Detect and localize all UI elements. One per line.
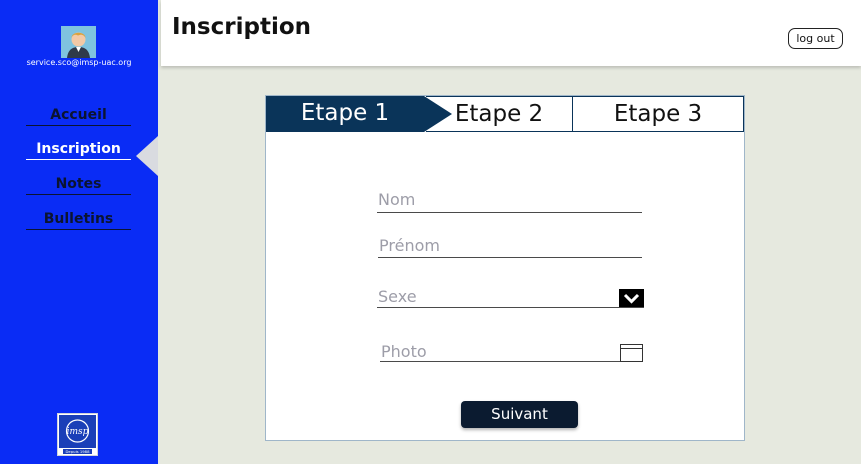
imsp-logo: imsp Depuis 1988 (57, 413, 98, 456)
prenom-input[interactable] (378, 233, 642, 258)
step-3-tab[interactable]: Etape 3 (572, 96, 744, 132)
suivant-button[interactable]: Suivant (461, 401, 578, 428)
nom-input[interactable] (377, 187, 642, 213)
registration-card: Etape 1 Etape 2 Etape 3 Suivant (265, 95, 745, 441)
chevron-down-icon[interactable] (619, 289, 644, 307)
step-2-tab[interactable]: Etape 2 (426, 96, 572, 132)
step-1-tab[interactable]: Etape 1 (266, 96, 424, 132)
user-email: service.sco@imsp-uac.org (26, 58, 132, 67)
sidebar-item-accueil[interactable]: Accueil (26, 106, 131, 126)
avatar (61, 26, 96, 58)
logout-button[interactable]: log out (788, 28, 843, 49)
logo-text: imsp (67, 427, 89, 437)
file-upload-icon[interactable] (620, 344, 643, 362)
sidebar-item-inscription[interactable]: Inscription (26, 140, 131, 160)
sidebar: service.sco@imsp-uac.org Accueil Inscrip… (0, 0, 158, 464)
sexe-select[interactable] (377, 286, 644, 308)
stepper: Etape 1 Etape 2 Etape 3 (266, 96, 744, 132)
imsp-logo-icon: imsp Depuis 1988 (59, 415, 96, 454)
user-avatar-icon (61, 26, 96, 58)
logo-caption: Depuis 1988 (66, 449, 91, 454)
header: Inscription log out (161, 0, 861, 66)
sidebar-item-bulletins[interactable]: Bulletins (26, 210, 131, 230)
sidebar-item-notes[interactable]: Notes (26, 175, 131, 195)
page-title: Inscription (172, 14, 311, 40)
active-nav-indicator (136, 136, 158, 176)
photo-input[interactable] (380, 341, 643, 362)
